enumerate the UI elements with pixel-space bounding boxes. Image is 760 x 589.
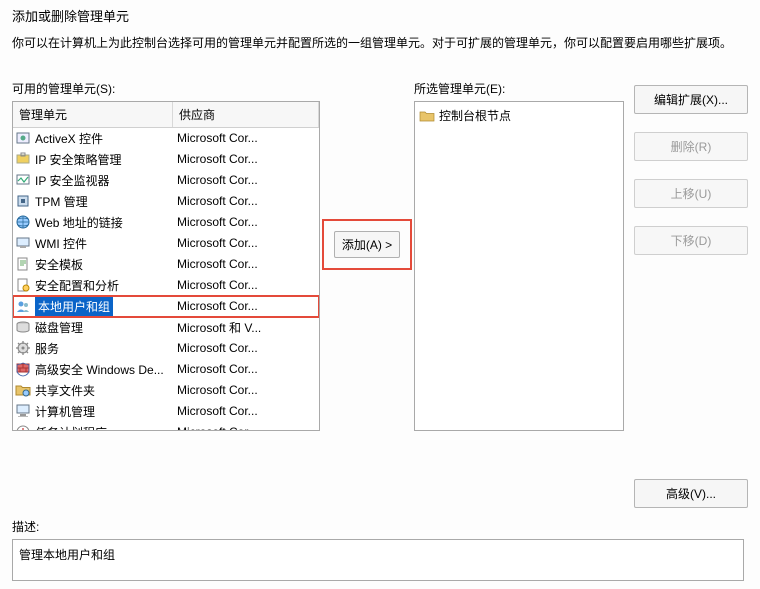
snapin-name: ActiveX 控件 xyxy=(35,130,103,147)
secconfig-icon xyxy=(15,277,31,293)
available-header: 管理单元 供应商 xyxy=(13,102,319,128)
snapin-vendor: Microsoft Cor... xyxy=(173,194,319,208)
folder-icon xyxy=(419,108,435,124)
edit-extensions-button[interactable]: 编辑扩展(X)... xyxy=(634,85,748,114)
snapin-vendor: Microsoft Cor... xyxy=(173,299,319,313)
snapin-name: 安全配置和分析 xyxy=(35,277,119,294)
available-table[interactable]: 管理单元 供应商 ActiveX 控件Microsoft Cor...IP 安全… xyxy=(12,101,320,431)
table-row[interactable]: Web 地址的链接 Microsoft Cor... xyxy=(13,212,319,233)
tpm-icon xyxy=(15,193,31,209)
firewall-icon xyxy=(15,361,31,377)
snapin-name: TPM 管理 xyxy=(35,193,88,210)
snapin-vendor: Microsoft Cor... xyxy=(173,173,319,187)
snapin-name: 磁盘管理 xyxy=(35,319,83,336)
table-row[interactable]: 磁盘管理 Microsoft 和 V... xyxy=(13,317,319,338)
table-row[interactable]: 服务 Microsoft Cor... xyxy=(13,338,319,359)
table-row[interactable]: ActiveX 控件 Microsoft Cor... xyxy=(13,128,319,149)
advanced-button[interactable]: 高级(V)... xyxy=(634,479,748,508)
snapin-name: 计算机管理 xyxy=(35,403,95,420)
snapin-vendor: Microsoft Cor... xyxy=(173,257,319,271)
move-up-button[interactable]: 上移(U) xyxy=(634,179,748,208)
table-row[interactable]: 计算机管理 Microsoft Cor... xyxy=(13,401,319,422)
table-row[interactable]: 安全模板 Microsoft Cor... xyxy=(13,254,319,275)
col-snapin[interactable]: 管理单元 xyxy=(13,102,173,127)
sharedfolders-icon xyxy=(15,382,31,398)
snapin-name: IP 安全监视器 xyxy=(35,172,109,189)
dialog-title: 添加或删除管理单元 xyxy=(12,6,748,25)
snapin-vendor: Microsoft Cor... xyxy=(173,425,319,431)
tree-root-label: 控制台根节点 xyxy=(439,107,511,124)
table-row[interactable]: IP 安全监视器 Microsoft Cor... xyxy=(13,170,319,191)
activex-icon xyxy=(15,130,31,146)
snapin-vendor: Microsoft 和 V... xyxy=(173,319,319,336)
weblink-icon xyxy=(15,214,31,230)
snapin-name: Web 地址的链接 xyxy=(35,214,123,231)
ipsec-policy-icon xyxy=(15,151,31,167)
snapin-name: 任务计划程序 xyxy=(35,424,107,431)
selected-label: 所选管理单元(E): xyxy=(414,80,624,97)
snapin-name: 服务 xyxy=(35,340,59,357)
table-row[interactable]: TPM 管理 Microsoft Cor... xyxy=(13,191,319,212)
move-down-button[interactable]: 下移(D) xyxy=(634,226,748,255)
table-row[interactable]: WMI 控件 Microsoft Cor... xyxy=(13,233,319,254)
snapin-name: 共享文件夹 xyxy=(35,382,95,399)
snapin-vendor: Microsoft Cor... xyxy=(173,215,319,229)
table-row[interactable]: 共享文件夹 Microsoft Cor... xyxy=(13,380,319,401)
snapin-name: IP 安全策略管理 xyxy=(35,151,121,168)
snapin-vendor: Microsoft Cor... xyxy=(173,362,319,376)
snapin-name: 安全模板 xyxy=(35,256,83,273)
computermgmt-icon xyxy=(15,403,31,419)
localusers-icon xyxy=(15,298,31,314)
snapin-vendor: Microsoft Cor... xyxy=(173,278,319,292)
snapin-vendor: Microsoft Cor... xyxy=(173,341,319,355)
snapin-name: WMI 控件 xyxy=(35,235,87,252)
tree-root[interactable]: 控制台根节点 xyxy=(419,106,619,126)
table-row[interactable]: 任务计划程序 Microsoft Cor... xyxy=(13,422,319,431)
description-box: 管理本地用户和组 xyxy=(12,539,744,581)
snapin-vendor: Microsoft Cor... xyxy=(173,404,319,418)
remove-button[interactable]: 删除(R) xyxy=(634,132,748,161)
snapin-vendor: Microsoft Cor... xyxy=(173,131,319,145)
table-row[interactable]: 安全配置和分析 Microsoft Cor... xyxy=(13,275,319,296)
snapin-vendor: Microsoft Cor... xyxy=(173,152,319,166)
selected-tree[interactable]: 控制台根节点 xyxy=(414,101,624,431)
add-button-highlight: 添加(A) > xyxy=(322,219,412,270)
tasksched-icon xyxy=(15,424,31,431)
snapin-vendor: Microsoft Cor... xyxy=(173,236,319,250)
description-label: 描述: xyxy=(12,518,748,535)
table-row[interactable]: 高级安全 Windows De... Microsoft Cor... xyxy=(13,359,319,380)
services-icon xyxy=(15,340,31,356)
sectemplate-icon xyxy=(15,256,31,272)
wmi-icon xyxy=(15,235,31,251)
snapin-name: 高级安全 Windows De... xyxy=(35,361,164,378)
add-button[interactable]: 添加(A) > xyxy=(334,231,400,258)
snapin-vendor: Microsoft Cor... xyxy=(173,383,319,397)
table-row[interactable]: 本地用户和组 Microsoft Cor... xyxy=(13,296,319,317)
disk-icon xyxy=(15,319,31,335)
col-vendor[interactable]: 供应商 xyxy=(173,102,319,127)
dialog-intro: 你可以在计算机上为此控制台选择可用的管理单元并配置所选的一组管理单元。对于可扩展… xyxy=(12,35,748,52)
table-row[interactable]: IP 安全策略管理 Microsoft Cor... xyxy=(13,149,319,170)
available-label: 可用的管理单元(S): xyxy=(12,80,320,97)
snapin-name: 本地用户和组 xyxy=(35,297,113,316)
ipsec-monitor-icon xyxy=(15,172,31,188)
